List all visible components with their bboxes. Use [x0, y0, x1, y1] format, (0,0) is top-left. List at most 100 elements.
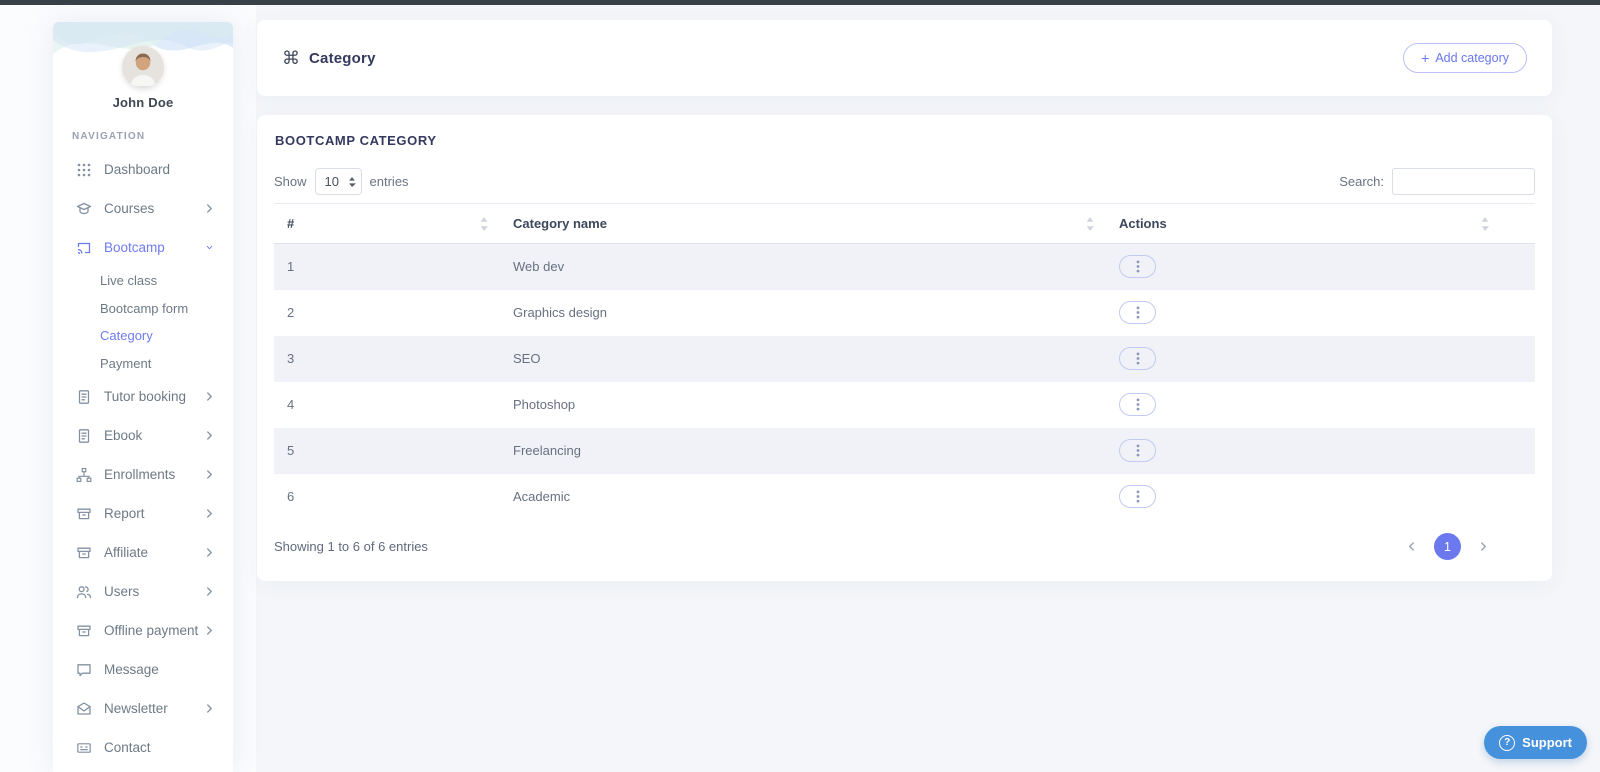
command-icon: ⌘ — [282, 48, 300, 68]
sidebar-item-offline-payment[interactable]: Offline payment — [53, 611, 233, 650]
add-category-button-label: Add category — [1435, 51, 1509, 65]
sidebar-item-tutor-booking[interactable]: Tutor booking — [53, 377, 233, 416]
courses-icon — [76, 201, 92, 217]
table-row: 2 Graphics design — [274, 290, 1535, 336]
nav-section-label: NAVIGATION — [72, 131, 146, 142]
sidebar-subitem-live-class[interactable]: Live class — [53, 267, 233, 295]
table-row: 6 Academic — [274, 474, 1535, 520]
pagination-page-1-button[interactable]: 1 — [1434, 533, 1461, 560]
dots-vertical-icon — [1136, 260, 1140, 273]
sidebar: John Doe NAVIGATION Dashboard Courses Boot… — [53, 22, 233, 772]
sidebar-item-newsletter[interactable]: Newsletter — [53, 689, 233, 728]
search-label: Search: — [1339, 174, 1384, 189]
panel-title: BOOTCAMP CATEGORY — [275, 133, 437, 148]
sidebar-item-dashboard[interactable]: Dashboard — [53, 150, 233, 189]
chevron-right-icon — [206, 391, 213, 402]
sidebar-item-courses[interactable]: Courses — [53, 189, 233, 228]
dots-vertical-icon — [1136, 352, 1140, 365]
chevron-right-icon — [206, 625, 213, 636]
row-number-cell: 2 — [287, 305, 295, 320]
dots-vertical-icon — [1136, 306, 1140, 319]
sidebar-item-users[interactable]: Users — [53, 572, 233, 611]
page-title: Category — [309, 49, 376, 67]
chevron-right-icon — [206, 586, 213, 597]
chat-icon — [76, 662, 92, 678]
column-label: # — [287, 216, 295, 231]
page-title-wrap: ⌘ Category — [282, 49, 376, 67]
row-actions-menu-button-web-dev[interactable] — [1119, 255, 1156, 279]
table-row: 1 Web dev — [274, 243, 1535, 290]
actions-cell — [1106, 336, 1535, 382]
file-icon — [76, 389, 92, 405]
dots-vertical-icon — [1136, 490, 1140, 503]
category-name-cell: Freelancing — [513, 443, 581, 458]
sidebar-subitem-bootcamp-form[interactable]: Bootcamp form — [53, 295, 233, 323]
sidebar-item-ebook[interactable]: Ebook — [53, 416, 233, 455]
plus-icon: + — [1421, 50, 1430, 66]
sidebar-item-label: Users — [104, 584, 140, 599]
column-header--[interactable]: # — [274, 203, 500, 244]
row-actions-menu-button-freelancing[interactable] — [1119, 439, 1156, 462]
add-category-button[interactable]: + Add category — [1403, 43, 1527, 73]
row-number-cell: 5 — [287, 443, 295, 458]
tray-icon — [76, 545, 92, 561]
stepper-icon — [348, 176, 356, 188]
avatar — [122, 46, 164, 88]
sidebar-item-label: Offline payment — [104, 623, 199, 638]
table-row: 4 Photoshop — [274, 382, 1535, 428]
column-header-actions[interactable]: Actions — [1106, 203, 1535, 244]
row-actions-menu-button-photoshop[interactable] — [1119, 393, 1156, 416]
page-header-card: ⌘ Category + Add category — [257, 20, 1552, 96]
table-footer: Showing 1 to 6 of 6 entries 1 — [274, 532, 1535, 562]
sidebar-item-label: Ebook — [104, 428, 143, 443]
sidebar-item-message[interactable]: Message — [53, 650, 233, 689]
sidebar-item-label: Bootcamp — [104, 240, 165, 255]
page-length-value: 10 — [324, 174, 339, 189]
sidebar-item-affiliate[interactable]: Affiliate — [53, 533, 233, 572]
page-length-select[interactable]: 10 — [314, 168, 362, 195]
column-header-category-name[interactable]: Category name — [500, 203, 1106, 244]
sidebar-item-bootcamp[interactable]: Bootcamp — [53, 228, 233, 267]
table-controls: Show 10 entries Search: — [274, 168, 1535, 195]
file-icon — [76, 428, 92, 444]
bootcamp-category-card: BOOTCAMP CATEGORY Show 10 entries Search… — [257, 115, 1552, 581]
row-actions-menu-button-academic[interactable] — [1119, 485, 1156, 508]
idcard-icon — [76, 740, 92, 756]
sidebar-item-label: Message — [104, 662, 159, 677]
chevron-right-icon — [206, 703, 213, 714]
row-number-cell: 4 — [287, 397, 295, 412]
search-input[interactable] — [1392, 168, 1535, 195]
sidebar-item-contact[interactable]: Contact — [53, 728, 233, 767]
pagination-prev-button[interactable] — [1406, 539, 1417, 554]
actions-cell — [1106, 244, 1535, 290]
chevron-right-icon — [206, 508, 213, 519]
dots-vertical-icon — [1136, 444, 1140, 457]
sidebar-item-report[interactable]: Report — [53, 494, 233, 533]
table-row: 3 SEO — [274, 335, 1535, 382]
row-actions-menu-button-graphics-design[interactable] — [1119, 301, 1156, 324]
sidebar-subitem-payment[interactable]: Payment — [53, 350, 233, 378]
users-icon — [76, 584, 92, 600]
category-name-cell: Web dev — [513, 259, 565, 275]
sidebar-item-label: Dashboard — [104, 162, 171, 177]
support-button[interactable]: ? Support — [1484, 726, 1587, 759]
pagination-next-button[interactable] — [1478, 539, 1489, 554]
row-actions-menu-button-seo[interactable] — [1119, 347, 1156, 370]
chevron-right-icon — [206, 430, 213, 441]
sidebar-nav: Dashboard Courses Bootcamp Live class Bootca… — [53, 150, 233, 767]
sidebar-item-label: Courses — [104, 201, 155, 216]
envelope-icon — [76, 701, 92, 717]
sidebar-subitem-category[interactable]: Category — [53, 322, 233, 350]
sidebar-item-enrollments[interactable]: Enrollments — [53, 455, 233, 494]
actions-cell — [1106, 474, 1535, 520]
chevron-right-icon — [206, 469, 213, 480]
table-row: 5 Freelancing — [274, 427, 1535, 474]
search-wrap: Search: — [1339, 168, 1535, 195]
sidebar-item-label: Contact — [104, 740, 151, 755]
sort-icon — [1086, 216, 1094, 231]
sidebar-item-label: Tutor booking — [104, 389, 187, 404]
actions-cell — [1106, 382, 1535, 428]
sort-icon — [1481, 216, 1489, 231]
dots-vertical-icon — [1136, 398, 1140, 411]
sidebar-item-label: Affiliate — [104, 545, 149, 560]
